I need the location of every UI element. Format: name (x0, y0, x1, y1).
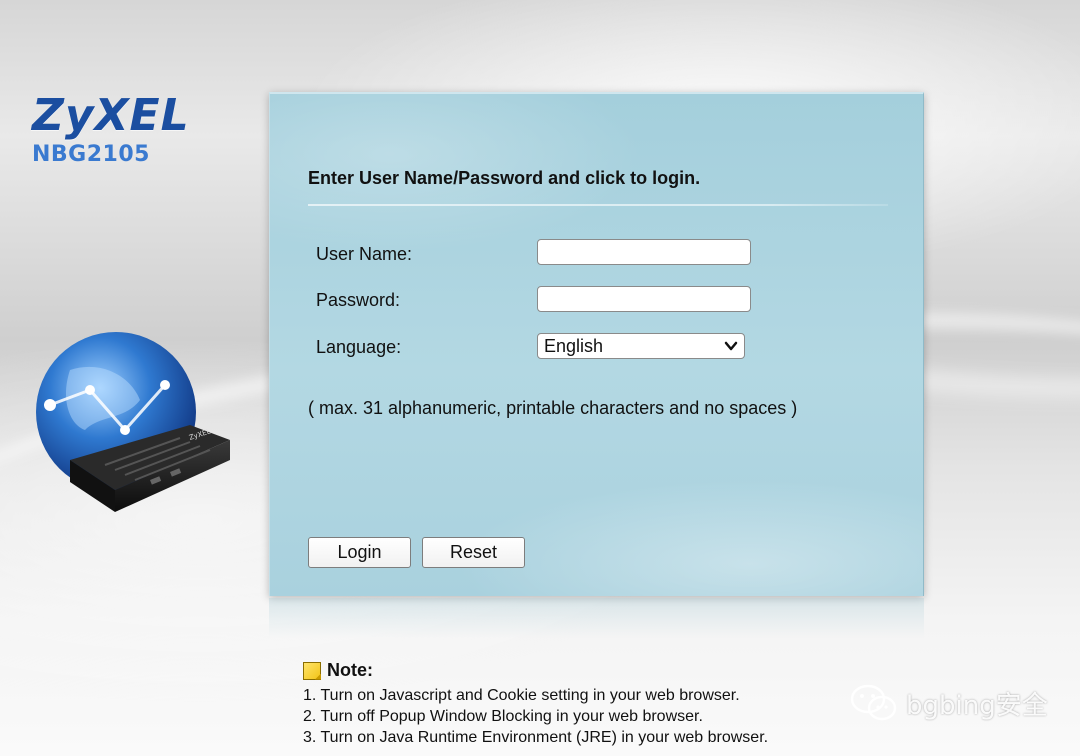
note-section: Note: 1. Turn on Javascript and Cookie s… (303, 660, 768, 748)
globe-router-icon: ZyXEL (30, 330, 240, 520)
note-line: 2. Turn off Popup Window Blocking in you… (303, 708, 703, 725)
sticky-note-icon (303, 661, 321, 680)
note-line: 1. Turn on Javascript and Cookie setting… (303, 687, 740, 704)
username-input[interactable] (537, 239, 751, 265)
globe-router-graphic: ZyXEL (36, 332, 230, 512)
watermark: bgbing安全 (850, 684, 1048, 722)
reset-button[interactable]: Reset (422, 537, 525, 568)
language-select[interactable]: English (537, 333, 745, 359)
login-panel: Enter User Name/Password and click to lo… (269, 92, 924, 596)
username-label: User Name: (316, 244, 413, 264)
divider (308, 204, 888, 206)
note-header: Note: (303, 660, 768, 681)
password-hint: ( max. 31 alphanumeric, printable charac… (308, 398, 798, 418)
language-selected-value: English (544, 336, 604, 356)
login-button[interactable]: Login (308, 537, 411, 568)
note-line: 3. Turn on Java Runtime Environment (JRE… (303, 729, 769, 746)
login-heading: Enter User Name/Password and click to lo… (308, 168, 701, 188)
password-input[interactable] (537, 286, 751, 312)
wechat-icon (850, 684, 897, 721)
brand-logo-text: ZyXEL (32, 90, 190, 141)
model-name: NBG2105 (32, 142, 150, 167)
language-label: Language: (316, 337, 402, 357)
brand-logo: ZyXEL NBG2105 (32, 90, 190, 168)
panel-reflection (269, 598, 924, 638)
note-title: Note: (327, 660, 373, 680)
chevron-down-icon (724, 341, 738, 351)
watermark-text: bgbing安全 (906, 690, 1048, 721)
password-label: Password: (316, 290, 401, 310)
